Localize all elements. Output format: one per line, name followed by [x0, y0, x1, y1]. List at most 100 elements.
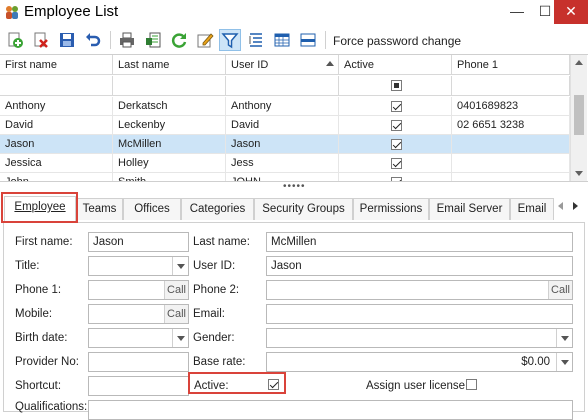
active-checkbox[interactable]: [391, 158, 402, 169]
title-bar: Employee List — ☐ ✕: [0, 0, 588, 26]
user-id-field[interactable]: Jason: [266, 256, 573, 276]
cell-active: [339, 135, 452, 154]
filter-active-checkbox[interactable]: [391, 80, 402, 91]
chevron-down-icon[interactable]: [172, 257, 188, 275]
tab-scroll-left-icon[interactable]: [558, 202, 563, 210]
cell-active: [339, 97, 452, 116]
tab-permissions[interactable]: Permissions: [353, 198, 429, 220]
tab-label: Security Groups: [262, 203, 345, 215]
active-checkbox[interactable]: [391, 120, 402, 131]
print-button[interactable]: [116, 29, 138, 51]
phone2-call-button[interactable]: Call: [548, 281, 572, 299]
chevron-down-icon[interactable]: [172, 329, 188, 347]
save-button[interactable]: [56, 29, 78, 51]
tab-categories[interactable]: Categories: [181, 198, 254, 220]
group-button[interactable]: [245, 29, 267, 51]
active-checkbox[interactable]: [391, 101, 402, 112]
tab-security-groups[interactable]: Security Groups: [254, 198, 353, 220]
tab-teams[interactable]: Teams: [76, 198, 123, 220]
phone2-field[interactable]: Call: [266, 280, 573, 300]
filter-active[interactable]: [339, 76, 452, 96]
tab-label: Offices: [134, 203, 170, 215]
add-button[interactable]: [4, 29, 26, 51]
scroll-thumb[interactable]: [574, 95, 584, 135]
active-checkbox[interactable]: [391, 177, 402, 181]
active-checkbox[interactable]: [268, 379, 279, 390]
filter-phone1[interactable]: [452, 76, 570, 96]
filter-first-name[interactable]: [0, 76, 113, 96]
active-label: Active:: [194, 380, 229, 392]
chevron-down-icon[interactable]: [556, 353, 572, 371]
filter-button[interactable]: [219, 29, 241, 51]
base-rate-field[interactable]: $0.00: [266, 352, 573, 372]
qualifications-field[interactable]: [88, 400, 573, 420]
mobile-field[interactable]: Call: [88, 304, 189, 324]
tab-label: Email Server: [436, 203, 503, 215]
column-header-last-name[interactable]: Last name: [113, 55, 226, 75]
assign-license-label: Assign user license:: [366, 380, 469, 392]
cell-first-name: Jessica: [0, 154, 113, 173]
cell-active: [339, 154, 452, 173]
phone1-call-button[interactable]: Call: [164, 281, 188, 299]
scroll-up-icon[interactable]: [575, 60, 583, 65]
column-header-phone1[interactable]: Phone 1: [452, 55, 570, 75]
undo-button[interactable]: [82, 29, 104, 51]
phone1-label: Phone 1:: [15, 284, 62, 296]
cell-phone1: 02 6651 3238: [452, 116, 570, 135]
refresh-icon: [171, 33, 187, 48]
table-row[interactable]: David Leckenby David 02 6651 3238: [0, 116, 570, 135]
filter-user-id[interactable]: [226, 76, 339, 96]
refresh-button[interactable]: [168, 29, 190, 51]
splitter[interactable]: •••••: [0, 182, 588, 192]
cell-first-name: John: [0, 173, 113, 181]
table-row[interactable]: Anthony Derkatsch Anthony 0401689823: [0, 97, 570, 116]
column-header-active[interactable]: Active: [339, 55, 452, 75]
tab-label: Permissions: [359, 203, 423, 215]
panel-button[interactable]: [297, 29, 319, 51]
provider-no-field[interactable]: [88, 352, 189, 372]
title-combo[interactable]: [88, 256, 189, 276]
title-label: Title:: [15, 260, 40, 272]
table-row[interactable]: Jessica Holley Jess: [0, 154, 570, 173]
cell-last-name: Derkatsch: [113, 97, 226, 116]
column-header-user-id[interactable]: User ID: [226, 55, 339, 75]
grid-scrollbar[interactable]: [570, 55, 587, 181]
cell-last-name: Holley: [113, 154, 226, 173]
columns-button[interactable]: [271, 29, 293, 51]
toolbar-separator: [325, 31, 326, 49]
phone1-field[interactable]: Call: [88, 280, 189, 300]
shortcut-label: Shortcut:: [15, 380, 62, 392]
birth-date-picker[interactable]: [88, 328, 189, 348]
mobile-call-button[interactable]: Call: [164, 305, 188, 323]
email-field[interactable]: [266, 304, 573, 324]
close-button[interactable]: ✕: [554, 0, 588, 24]
last-name-field[interactable]: McMillen: [266, 232, 573, 252]
tab-email[interactable]: Email: [510, 198, 554, 220]
assign-license-checkbox[interactable]: [466, 379, 477, 390]
active-checkbox[interactable]: [391, 139, 402, 150]
first-name-field[interactable]: Jason: [88, 232, 189, 252]
shortcut-field[interactable]: [88, 376, 189, 396]
scroll-down-icon[interactable]: [575, 171, 583, 176]
cell-phone1: [452, 135, 570, 154]
tab-label: Email: [517, 203, 547, 215]
toolbar: Force password change: [0, 27, 588, 55]
tab-scroll-right-icon[interactable]: [573, 202, 578, 210]
cell-active: [339, 173, 452, 181]
gender-combo[interactable]: [266, 328, 573, 348]
delete-button[interactable]: [30, 29, 52, 51]
tab-email-server[interactable]: Email Server: [429, 198, 510, 220]
chevron-down-icon[interactable]: [556, 329, 572, 347]
tab-offices[interactable]: Offices: [123, 198, 181, 220]
tab-strip: Employee Teams Offices Categories Securi…: [0, 192, 588, 224]
export-button[interactable]: [142, 29, 164, 51]
undo-icon: [86, 33, 101, 47]
filter-last-name[interactable]: [113, 76, 226, 96]
force-password-change-button[interactable]: Force password change: [333, 34, 461, 48]
cell-phone1: [452, 173, 570, 181]
base-rate-value: $0.00: [521, 356, 550, 368]
column-header-first-name[interactable]: First name: [0, 55, 113, 75]
table-row-selected[interactable]: Jason McMillen Jason: [0, 135, 570, 154]
edit-button[interactable]: [194, 29, 216, 51]
cell-user-id: Jason: [226, 135, 339, 154]
